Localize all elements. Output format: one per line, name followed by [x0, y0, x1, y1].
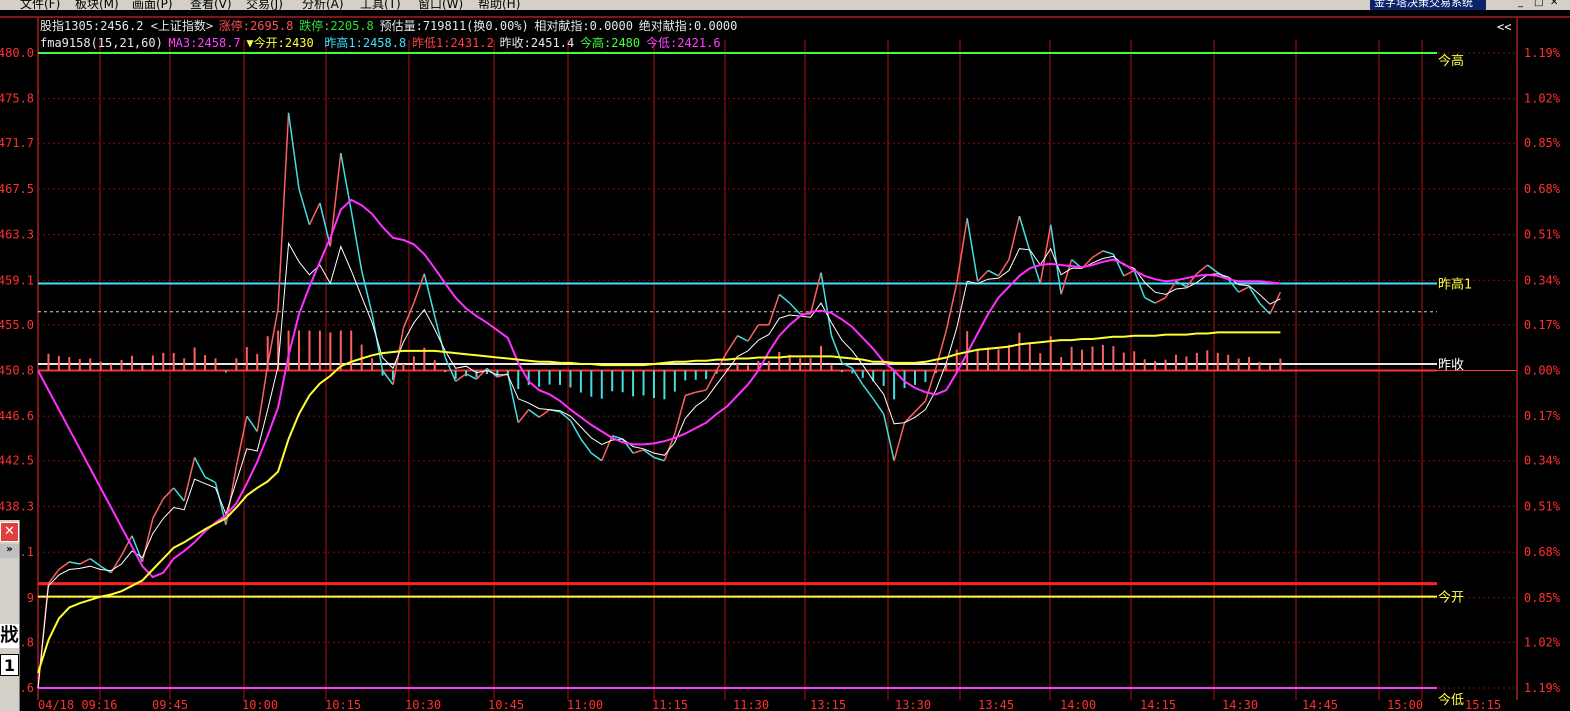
y-left-tick-9: 442.5	[0, 454, 34, 468]
side-panel-char[interactable]: 戕	[0, 624, 19, 648]
x-tick-1: 09:45	[152, 698, 188, 711]
y-right-tick-13: 1.02%	[1524, 635, 1561, 649]
y-right-tick-5: 0.34%	[1524, 273, 1561, 287]
ref-label-2: 昨收	[1438, 358, 1464, 373]
x-tick-3: 10:15	[325, 698, 361, 711]
y-left-tick-6: 455.0	[0, 318, 34, 332]
menu-item-6[interactable]: 工具(T)	[360, 0, 401, 10]
x-tick-11: 13:45	[978, 698, 1014, 711]
y-right-tick-2: 0.85%	[1524, 136, 1561, 150]
y-right-tick-1: 1.02%	[1524, 92, 1561, 106]
x-tick-8: 11:30	[733, 698, 769, 711]
menu-item-8[interactable]: 帮助(H)	[478, 0, 520, 10]
side-panel: ✕ » 戕 1	[0, 520, 20, 711]
menu-item-0[interactable]: 文件(F)	[20, 0, 60, 10]
y-right-tick-6: 0.17%	[1524, 318, 1561, 332]
maximize-icon[interactable]: □	[1534, 0, 1543, 8]
side-panel-number[interactable]: 1	[0, 654, 19, 676]
x-tick-2: 10:00	[242, 698, 278, 711]
y-left-tick-14: .6	[20, 681, 34, 695]
y-left-tick-0: 480.0	[0, 46, 34, 60]
x-tick-13: 14:15	[1140, 698, 1176, 711]
x-tick-16: 15:00	[1387, 698, 1423, 711]
ref-label-0: 今高	[1438, 53, 1464, 69]
x-tick-9: 13:15	[810, 698, 846, 711]
menu-item-3[interactable]: 查看(V)	[190, 0, 232, 10]
ref-label-5: 今开	[1438, 590, 1464, 606]
y-left-tick-5: 459.1	[0, 273, 34, 287]
collapse-icon[interactable]: <<	[1497, 20, 1511, 34]
y-right-tick-10: 0.51%	[1524, 499, 1561, 513]
header-row2-item-0: fma9158(15,21,60)	[40, 36, 163, 50]
ref-label-6: 今低	[1438, 692, 1464, 708]
x-tick-6: 11:00	[567, 698, 603, 711]
header-row2-item-6: 今高:2480	[580, 35, 640, 50]
header-row2-item-4: 昨低1:2431.2	[412, 36, 494, 50]
header-row1-item-1: 涨停:2695.8	[219, 18, 294, 33]
y-left-tick-8: 446.6	[0, 409, 34, 423]
header-row2-item-7: 今低:2421.6	[646, 35, 721, 50]
menu-item-7[interactable]: 窗口(W)	[418, 0, 463, 10]
header-row2-item-1: MA3:2458.7	[168, 36, 240, 50]
header-row1-item-4: 相对献指:0.0000	[534, 18, 633, 33]
expand-icon[interactable]: »	[0, 544, 19, 558]
menu-item-1[interactable]: 板块(M)	[75, 0, 119, 10]
menu-item-2[interactable]: 画面(P)	[132, 0, 173, 10]
y-right-tick-12: 0.85%	[1524, 591, 1561, 605]
close-window-icon[interactable]: ✕	[1550, 0, 1558, 8]
menu-item-5[interactable]: 分析(A)	[302, 0, 344, 10]
header-row1-item-5: 绝对献指:0.0000	[639, 18, 738, 33]
x-tick-14: 14:30	[1222, 698, 1258, 711]
close-icon[interactable]: ✕	[0, 522, 19, 542]
x-tick-10: 13:30	[895, 698, 931, 711]
menu-bar: 文件(F) 板块(M) 画面(P) 查看(V) 交易(J) 分析(A) 工具(T) 窗口(W)…	[0, 0, 1570, 10]
x-tick-7: 11:15	[652, 698, 688, 711]
y-right-tick-4: 0.51%	[1524, 228, 1561, 242]
y-left-tick-3: 467.5	[0, 182, 34, 196]
y-right-tick-14: 1.19%	[1524, 681, 1561, 695]
x-tick-12: 14:00	[1060, 698, 1096, 711]
header-row2-item-5: 昨收:2451.4	[500, 36, 575, 50]
header-row1-item-2: 跌停:2205.8	[299, 18, 374, 33]
y-axis-right: 1.19% 1.02% 0.85% 0.68% 0.51% 0.34% 0.17% 0.00%…	[1524, 46, 1561, 695]
x-tick-17: 15:15	[1465, 698, 1501, 711]
y-left-tick-7: 450.8	[0, 364, 34, 378]
ref-label-1: 昨高1	[1438, 277, 1472, 293]
y-right-tick-0: 1.19%	[1524, 46, 1561, 60]
menu-item-4[interactable]: 交易(J)	[246, 0, 283, 10]
x-tick-0: 04/18 09:16	[38, 698, 117, 711]
header-row2-item-2: ▼今开:2430	[246, 35, 313, 50]
y-right-tick-8: 0.17%	[1524, 409, 1561, 423]
y-right-tick-3: 0.68%	[1524, 182, 1561, 196]
y-left-tick-10: 438.3	[0, 499, 34, 513]
y-right-tick-7: 0.00%	[1524, 364, 1561, 378]
y-left-tick-13: .8	[20, 635, 34, 649]
header-row2-item-3: 昨高1:2458.8	[324, 35, 406, 50]
x-tick-15: 14:45	[1302, 698, 1338, 711]
x-tick-4: 10:30	[405, 698, 441, 711]
y-left-tick-1: 475.8	[0, 92, 34, 106]
system-title: 金字塔决策交易系统	[1370, 0, 1486, 10]
y-left-tick-4: 463.3	[0, 228, 34, 242]
y-left-tick-12: 9	[27, 591, 34, 605]
minimize-icon[interactable]: _	[1518, 0, 1523, 8]
y-right-tick-9: 0.34%	[1524, 454, 1561, 468]
header-row1-item-3: 预估量:719811(换0.00%)	[380, 19, 529, 33]
x-tick-5: 10:45	[488, 698, 524, 711]
intraday-chart[interactable]: 480.0 475.8 471.7 467.5 463.3 459.1 455.0 450.8…	[0, 0, 1570, 711]
header-row1-item-0: 股指1305:2456.2 <上证指数>	[40, 18, 213, 33]
y-left-tick-2: 471.7	[0, 136, 34, 150]
y-right-tick-11: 0.68%	[1524, 545, 1561, 559]
